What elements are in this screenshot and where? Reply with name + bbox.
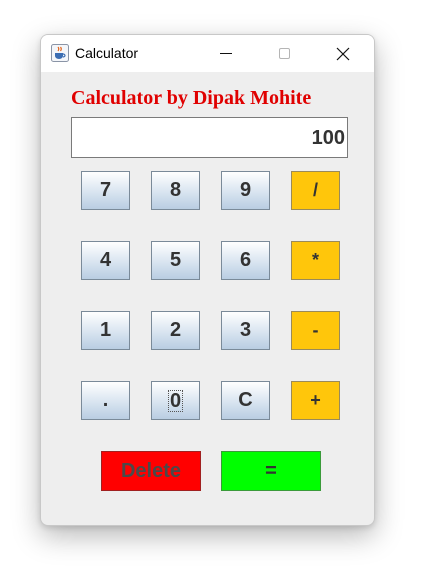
- close-icon: [336, 47, 350, 61]
- key-0-label: 0: [167, 389, 184, 412]
- equals-button[interactable]: =: [221, 451, 321, 491]
- key-2[interactable]: 2: [151, 311, 200, 350]
- add-button[interactable]: +: [291, 381, 340, 420]
- key-3[interactable]: 3: [221, 311, 270, 350]
- clear-button[interactable]: C: [221, 381, 270, 420]
- multiply-button[interactable]: *: [291, 241, 340, 280]
- subtract-button[interactable]: -: [291, 311, 340, 350]
- key-6[interactable]: 6: [221, 241, 270, 280]
- calculator-window: Calculator Calculator by Dipak Mohite 10…: [40, 34, 375, 526]
- maximize-button[interactable]: [259, 35, 309, 72]
- key-0[interactable]: 0: [151, 381, 200, 420]
- result-display[interactable]: 100: [71, 117, 348, 158]
- delete-button[interactable]: Delete: [101, 451, 201, 491]
- display-value: 100: [311, 127, 345, 149]
- minimize-button[interactable]: [201, 35, 251, 72]
- key-5[interactable]: 5: [151, 241, 200, 280]
- minimize-icon: [220, 53, 232, 54]
- window-title: Calculator: [75, 45, 139, 61]
- maximize-icon: [279, 48, 290, 59]
- decimal-point-button[interactable]: .: [81, 381, 130, 420]
- key-4[interactable]: 4: [81, 241, 130, 280]
- close-button[interactable]: [318, 35, 368, 72]
- app-heading: Calculator by Dipak Mohite: [71, 87, 312, 109]
- key-9[interactable]: 9: [221, 171, 270, 210]
- key-1[interactable]: 1: [81, 311, 130, 350]
- key-8[interactable]: 8: [151, 171, 200, 210]
- title-bar[interactable]: Calculator: [41, 35, 374, 72]
- java-cup-icon: [51, 44, 69, 62]
- divide-button[interactable]: /: [291, 171, 340, 210]
- key-7[interactable]: 7: [81, 171, 130, 210]
